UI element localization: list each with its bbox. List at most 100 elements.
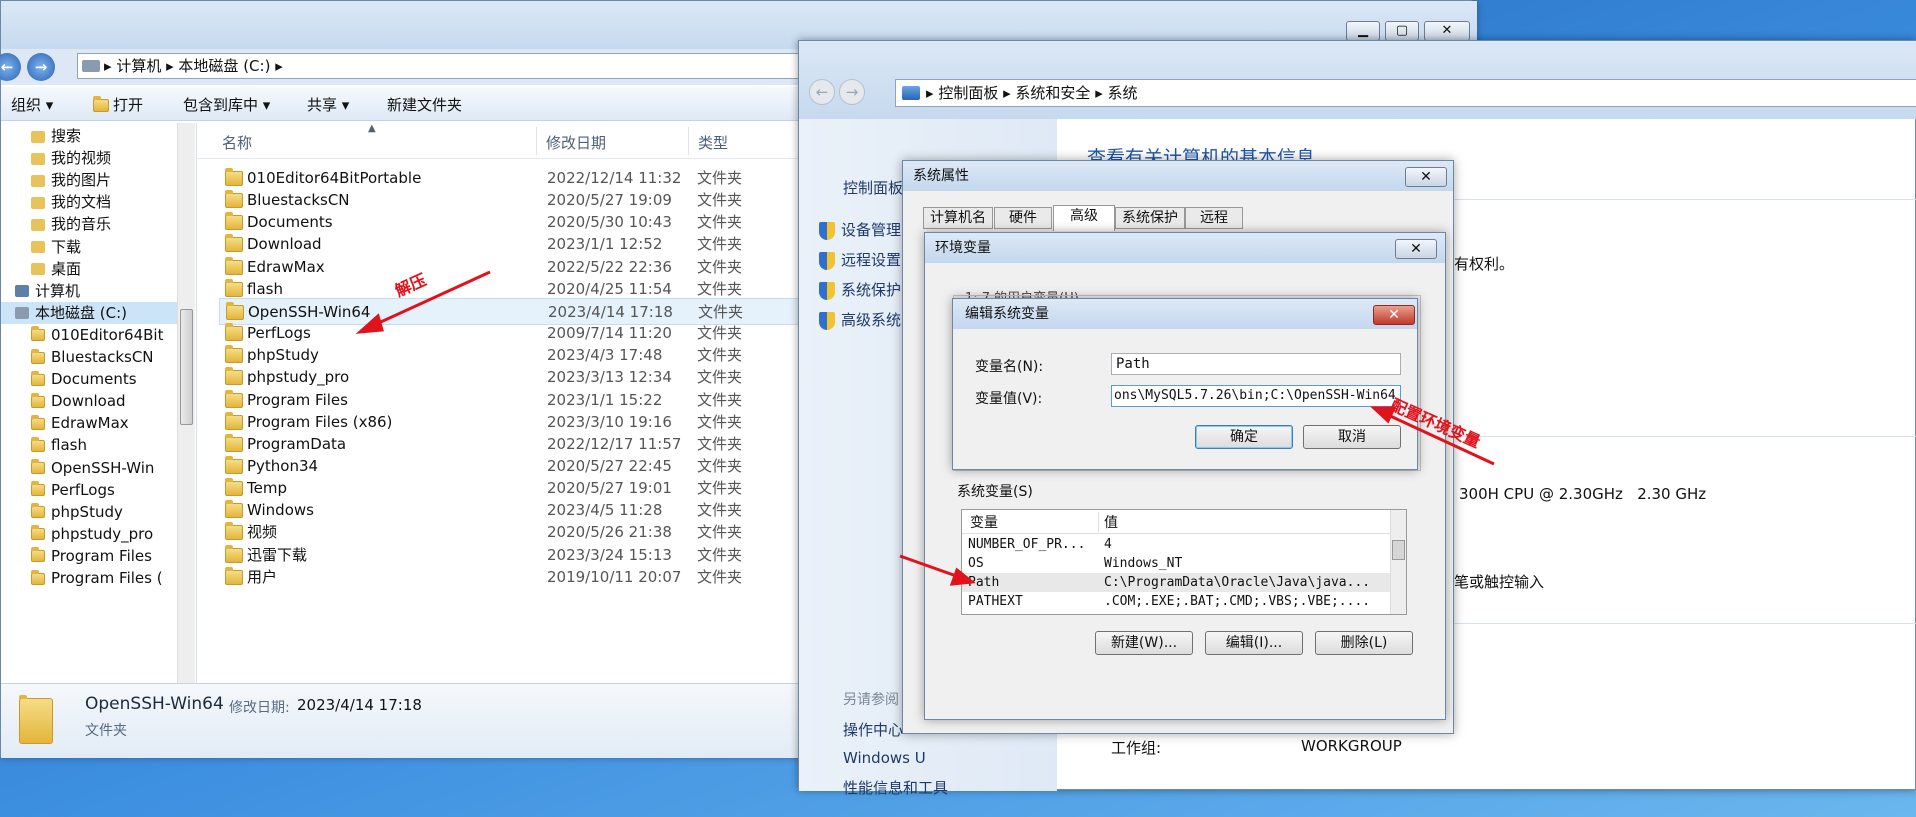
cp-titlebar: ← → ▸ 控制面板 ▸ 系统和安全 ▸ 系统 [799, 41, 1916, 119]
nav-item-label: Program Files [51, 546, 152, 565]
include-in-library-button[interactable]: 包含到库中 ▾ [183, 94, 270, 115]
open-button[interactable]: 打开 [93, 94, 143, 115]
details-type: 文件夹 [85, 723, 127, 739]
edit-var-cancel-button[interactable]: 取消 [1303, 425, 1401, 449]
nav-item[interactable]: 我的图片 [31, 169, 111, 191]
table-row[interactable]: 用户 2019/10/11 20:07 文件夹 [219, 564, 799, 591]
nav-item[interactable]: 我的音乐 [31, 213, 111, 235]
forward-icon[interactable]: → [839, 79, 865, 105]
folder-icon [31, 414, 45, 430]
nav-item[interactable]: 计算机 [15, 280, 80, 302]
pen-touch-value: 笔或触控输入 [1454, 573, 1545, 591]
table-row[interactable]: PATHEXT .COM;.EXE;.BAT;.CMD;.VBS;.VBE;...… [962, 592, 1390, 611]
tab-hardware[interactable]: 硬件 [994, 207, 1052, 229]
desktop-icon [31, 263, 45, 276]
nav-item[interactable]: BluestacksCN [31, 346, 154, 368]
tab-advanced[interactable]: 高级 [1053, 205, 1115, 231]
col-variable[interactable]: 变量 [970, 512, 998, 532]
env-close-button[interactable]: ✕ [1395, 239, 1437, 259]
sys-vars-scroll-thumb[interactable] [1392, 540, 1405, 560]
nav-item-label: flash [51, 436, 87, 455]
variable-value-input[interactable]: ons\MySQL5.7.26\bin;C:\OpenSSH-Win64 [1111, 385, 1401, 407]
folder-icon [31, 326, 45, 342]
folder-icon [225, 411, 243, 430]
sys-props-close-button[interactable]: ✕ [1405, 167, 1447, 187]
see-also-label: 另请参阅 [843, 692, 899, 708]
nav-item[interactable]: 桌面 [31, 258, 81, 280]
table-row[interactable]: OS Windows_NT [962, 554, 1390, 573]
breadcrumb-control-panel[interactable]: 控制面板 [938, 84, 998, 102]
breadcrumb-system[interactable]: 系统 [1108, 84, 1138, 102]
nav-item[interactable]: flash [31, 434, 87, 456]
breadcrumb-drive[interactable]: 本地磁盘 (C:) [178, 57, 270, 75]
share-button[interactable]: 共享 ▾ [307, 94, 349, 115]
column-type[interactable]: 类型 [698, 132, 728, 153]
nav-item[interactable]: phpStudy [31, 501, 123, 523]
action-center-link[interactable]: 操作中心 [843, 719, 903, 740]
nav-item-label: EdrawMax [51, 414, 129, 433]
cp-task-link[interactable]: 设备管理 [819, 219, 901, 240]
table-row[interactable]: NUMBER_OF_PR... 4 [962, 535, 1390, 554]
nav-item[interactable]: EdrawMax [31, 412, 129, 434]
close-button[interactable]: ✕ [1424, 21, 1470, 41]
nav-item-label: 本地磁盘 (C:) [35, 303, 127, 322]
organize-button[interactable]: 组织 ▾ [11, 94, 53, 115]
sys-vars-scrollbar[interactable] [1390, 510, 1406, 614]
nav-item[interactable]: Documents [31, 368, 137, 390]
cp-task-link[interactable]: 远程设置 [819, 249, 901, 270]
cp-task-link[interactable]: 系统保护 [819, 279, 901, 300]
back-icon[interactable]: ← [0, 53, 21, 81]
cp-address-input[interactable]: ▸ 控制面板 ▸ 系统和安全 ▸ 系统 [895, 79, 1916, 107]
nav-item[interactable]: Program Files ( [31, 567, 163, 589]
breadcrumb-computer[interactable]: 计算机 [116, 57, 161, 75]
nav-scroll-thumb[interactable] [180, 309, 193, 425]
breadcrumb-system-security[interactable]: 系统和安全 [1015, 84, 1090, 102]
column-date[interactable]: 修改日期 [546, 132, 606, 153]
nav-scrollbar[interactable] [177, 123, 195, 683]
col-divider[interactable] [1098, 512, 1099, 532]
new-folder-button[interactable]: 新建文件夹 [387, 94, 462, 115]
tab-system-protection[interactable]: 系统保护 [1115, 207, 1185, 229]
var-value: .COM;.EXE;.BAT;.CMD;.VBS;.VBE;.... [1104, 594, 1371, 609]
column-name[interactable]: 名称 [222, 132, 252, 153]
performance-link[interactable]: 性能信息和工具 [843, 777, 948, 798]
table-row[interactable]: Path C:\ProgramData\Oracle\Java\java... [962, 573, 1390, 592]
maximize-button[interactable]: ▢ [1385, 21, 1419, 41]
column-divider[interactable] [688, 127, 689, 155]
column-divider[interactable] [536, 127, 537, 155]
nav-item[interactable]: Download [31, 390, 126, 412]
edit-var-close-button[interactable]: ✕ [1373, 305, 1415, 325]
nav-item[interactable]: phpstudy_pro [31, 523, 153, 545]
sys-vars-header: 变量 值 [962, 510, 1392, 534]
tab-computer-name[interactable]: 计算机名 [923, 207, 993, 229]
nav-item[interactable]: 本地磁盘 (C:) [1, 301, 177, 324]
copyright-text: 有权利。 [1454, 255, 1515, 273]
nav-item[interactable]: 下载 [31, 236, 81, 258]
file-date: 2019/10/11 20:07 [547, 567, 682, 586]
tab-remote[interactable]: 远程 [1185, 207, 1243, 229]
delete-variable-button[interactable]: 删除(L) [1315, 631, 1413, 655]
details-date: 2023/4/14 17:18 [297, 696, 422, 714]
variable-value-label: 变量值(V): [975, 391, 1043, 407]
windows-update-link[interactable]: Windows U [843, 749, 926, 767]
nav-item[interactable]: 我的视频 [31, 147, 111, 169]
drive-icon [82, 60, 100, 72]
details-file-name: OpenSSH-Win64 [85, 694, 224, 714]
edit-variable-button[interactable]: 编辑(I)... [1205, 631, 1303, 655]
variable-name-input[interactable]: Path [1111, 353, 1401, 375]
minimize-button[interactable]: ▁ [1346, 21, 1380, 41]
back-icon[interactable]: ← [809, 79, 835, 105]
nav-item[interactable]: Program Files [31, 545, 152, 567]
nav-item[interactable]: PerfLogs [31, 479, 115, 501]
nav-item[interactable]: 搜索 [31, 125, 81, 147]
forward-icon[interactable]: → [27, 53, 55, 81]
nav-item[interactable]: 我的文档 [31, 191, 111, 213]
edit-var-ok-button[interactable]: 确定 [1195, 425, 1293, 449]
nav-item[interactable]: 010Editor64Bit [31, 324, 163, 346]
nav-item[interactable]: OpenSSH-Win [31, 457, 154, 479]
nav-item-label: 计算机 [35, 281, 81, 300]
col-value[interactable]: 值 [1104, 512, 1118, 532]
folder-large-icon [19, 695, 53, 744]
cp-task-link[interactable]: 高级系统 [819, 309, 901, 330]
new-variable-button[interactable]: 新建(W)... [1095, 631, 1193, 655]
